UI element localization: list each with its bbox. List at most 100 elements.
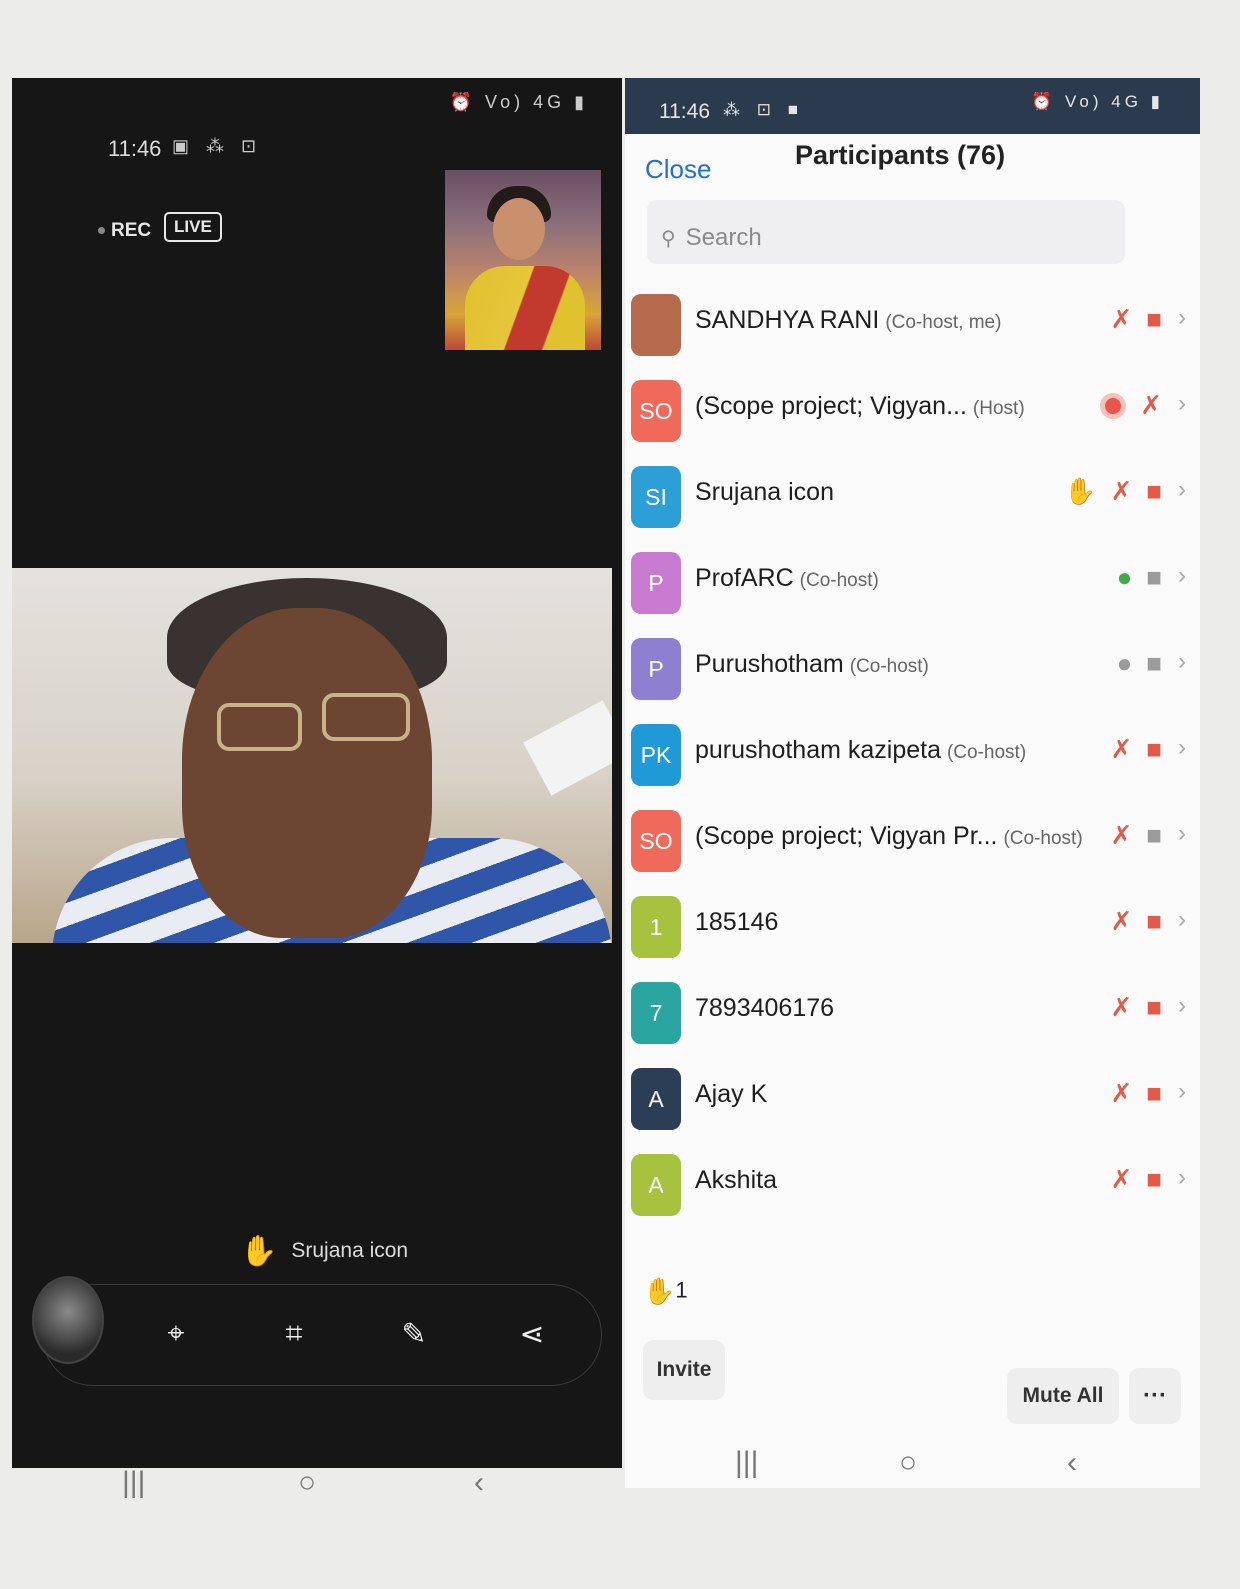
participant-status-icons: ✗ ■ [1110, 992, 1162, 1023]
video-on-icon: ■ [1146, 820, 1162, 850]
participant-status-icons: ● ■ [1117, 562, 1162, 593]
avatar: 7 [631, 982, 681, 1044]
video-off-icon: ■ [1146, 1078, 1162, 1108]
crop-button[interactable]: ⌗ [270, 1310, 318, 1358]
avatar: P [631, 552, 681, 614]
page-title: Participants (76) [795, 140, 1006, 170]
rec-dot-icon [98, 227, 105, 235]
participant-name: ProfARC [695, 564, 794, 592]
participant-name-group: (Scope project; Vigyan... (Host) [695, 392, 1025, 421]
participant-status-icons: ● ■ [1117, 648, 1162, 679]
mic-muted-icon: ✗ [1110, 992, 1133, 1022]
recent-apps-button[interactable]: ||| [735, 1446, 758, 1480]
raised-hand-icon: ✋ [1064, 476, 1097, 506]
back-button[interactable]: ‹ [1067, 1446, 1077, 1480]
mute-all-button[interactable]: Mute All [1007, 1368, 1119, 1424]
chevron-right-icon: › [1178, 734, 1186, 761]
saree-shape [465, 266, 585, 350]
participant-name-group: purushotham kazipeta (Co-host) [695, 736, 1026, 765]
recording-icon [1100, 392, 1127, 419]
participant-row[interactable]: PK purushotham kazipeta (Co-host) ✗ ■ › [625, 712, 1200, 798]
head-shape [182, 608, 432, 938]
home-button[interactable]: ○ [899, 1446, 917, 1480]
status-bar: 11:46 ⁂ ⊡ ■ ⏰ Vo) 4G ▮ [625, 78, 1200, 134]
invite-button[interactable]: Invite [643, 1340, 725, 1400]
video-on-icon: ■ [1146, 562, 1162, 592]
home-button[interactable]: ○ [298, 1466, 316, 1500]
participant-name: 7893406176 [695, 994, 835, 1022]
more-options-button[interactable]: ··· [1129, 1368, 1181, 1424]
raised-hand-icon: ✋ [643, 1276, 676, 1306]
raised-hand-banner: ✋ Srujana icon [240, 1234, 408, 1269]
chevron-right-icon: › [1178, 992, 1186, 1019]
recording-indicator: REC [98, 220, 151, 242]
mic-muted-icon: ✗ [1110, 734, 1133, 764]
draw-button[interactable]: ✎ [390, 1310, 438, 1358]
participant-role: (Co-host) [1003, 828, 1083, 849]
crop-icon: ⌗ [285, 1317, 303, 1350]
participant-status-icons: ✗ ■ [1110, 1078, 1162, 1109]
mic-muted-icon: ✗ [1110, 1164, 1133, 1194]
meeting-screen: 11:46 ▣ ⁂ ⊡ ⏰ Vo) 4G ▮ REC LIVE ✋ Srujana… [12, 78, 622, 1468]
raised-hands-count[interactable]: ✋1 [643, 1276, 688, 1307]
participant-status-icons: ✗ ■ [1110, 734, 1162, 765]
chevron-right-icon: › [1178, 304, 1186, 331]
back-button[interactable]: ‹ [474, 1466, 484, 1500]
mic-on-icon: ● [1116, 648, 1133, 678]
participant-role: (Co-host) [849, 656, 929, 677]
participant-name-group: Ajay K [695, 1080, 773, 1109]
mic-muted-icon: ✗ [1110, 906, 1133, 936]
participant-role: (Co-host, me) [885, 312, 1002, 333]
participant-row[interactable]: A Akshita ✗ ■ › [625, 1142, 1200, 1228]
search-input[interactable]: ⚲ Search [647, 200, 1125, 264]
share-button[interactable]: ⋖ [508, 1310, 556, 1358]
participant-name: Akshita [695, 1166, 777, 1194]
avatar [631, 294, 681, 356]
participant-row[interactable]: SO (Scope project; Vigyan Pr... (Co-host) ✗… [625, 798, 1200, 884]
chevron-right-icon: › [1178, 476, 1186, 503]
scroll-capture-button[interactable]: ⌖ [152, 1310, 200, 1358]
raised-count: 1 [675, 1277, 688, 1303]
screenshot-preview-thumbnail[interactable] [32, 1276, 104, 1364]
participant-row[interactable]: 1 185146 ✗ ■ › [625, 884, 1200, 970]
close-button[interactable]: Close [645, 154, 711, 185]
status-notification-icons: ⁂ ⊡ ■ [723, 100, 804, 119]
status-system-icons: ⏰ Vo) 4G ▮ [1031, 92, 1164, 111]
participant-row[interactable]: SO (Scope project; Vigyan... (Host) ✗ › [625, 368, 1200, 454]
mic-active-icon: ● [1116, 562, 1133, 592]
participant-list: SANDHYA RANI (Co-host, me) ✗ ■ › SO (Scope pro… [625, 282, 1200, 1228]
self-video-thumbnail[interactable] [445, 170, 601, 350]
video-off-icon: ■ [1146, 992, 1162, 1022]
avatar: SO [631, 810, 681, 872]
chevron-right-icon: › [1178, 820, 1186, 847]
participant-name: (Scope project; Vigyan... [695, 392, 967, 420]
avatar: SO [631, 380, 681, 442]
chevron-right-icon: › [1178, 390, 1186, 417]
participant-row[interactable]: A Ajay K ✗ ■ › [625, 1056, 1200, 1142]
participant-name-group: SANDHYA RANI (Co-host, me) [695, 306, 1001, 335]
participant-status-icons: ✗ [1100, 390, 1162, 421]
participant-row[interactable]: P Purushotham (Co-host) ● ■ › [625, 626, 1200, 712]
participant-status-icons: ✗ ■ [1110, 906, 1162, 937]
mic-muted-icon: ✗ [1110, 304, 1133, 334]
participant-role: (Co-host) [946, 742, 1027, 763]
live-badge[interactable]: LIVE [164, 212, 222, 242]
chevron-right-icon: › [1178, 1164, 1186, 1191]
participant-name: (Scope project; Vigyan Pr... [695, 822, 998, 850]
video-off-icon: ■ [1146, 304, 1162, 334]
participant-name: Purushotham [695, 650, 844, 678]
participant-row[interactable]: P ProfARC (Co-host) ● ■ › [625, 540, 1200, 626]
mic-muted-icon: ✗ [1110, 820, 1133, 850]
raised-hand-icon: ✋ [240, 1235, 278, 1268]
avatar: PK [631, 724, 681, 786]
participant-row[interactable]: 7 7893406176 ✗ ■ › [625, 970, 1200, 1056]
active-speaker-video[interactable] [12, 568, 612, 943]
recent-apps-button[interactable]: ||| [122, 1466, 145, 1500]
face-shape [493, 198, 545, 260]
participant-name-group: Srujana icon [695, 478, 840, 507]
participant-row[interactable]: SANDHYA RANI (Co-host, me) ✗ ■ › [625, 282, 1200, 368]
right-navigation-bar: ||| ○ ‹ [625, 1446, 1200, 1486]
video-off-icon: ■ [1146, 476, 1162, 506]
participant-row[interactable]: SI Srujana icon ✋ ✗ ■ › [625, 454, 1200, 540]
participant-status-icons: ✋ ✗ ■ [1064, 476, 1162, 507]
